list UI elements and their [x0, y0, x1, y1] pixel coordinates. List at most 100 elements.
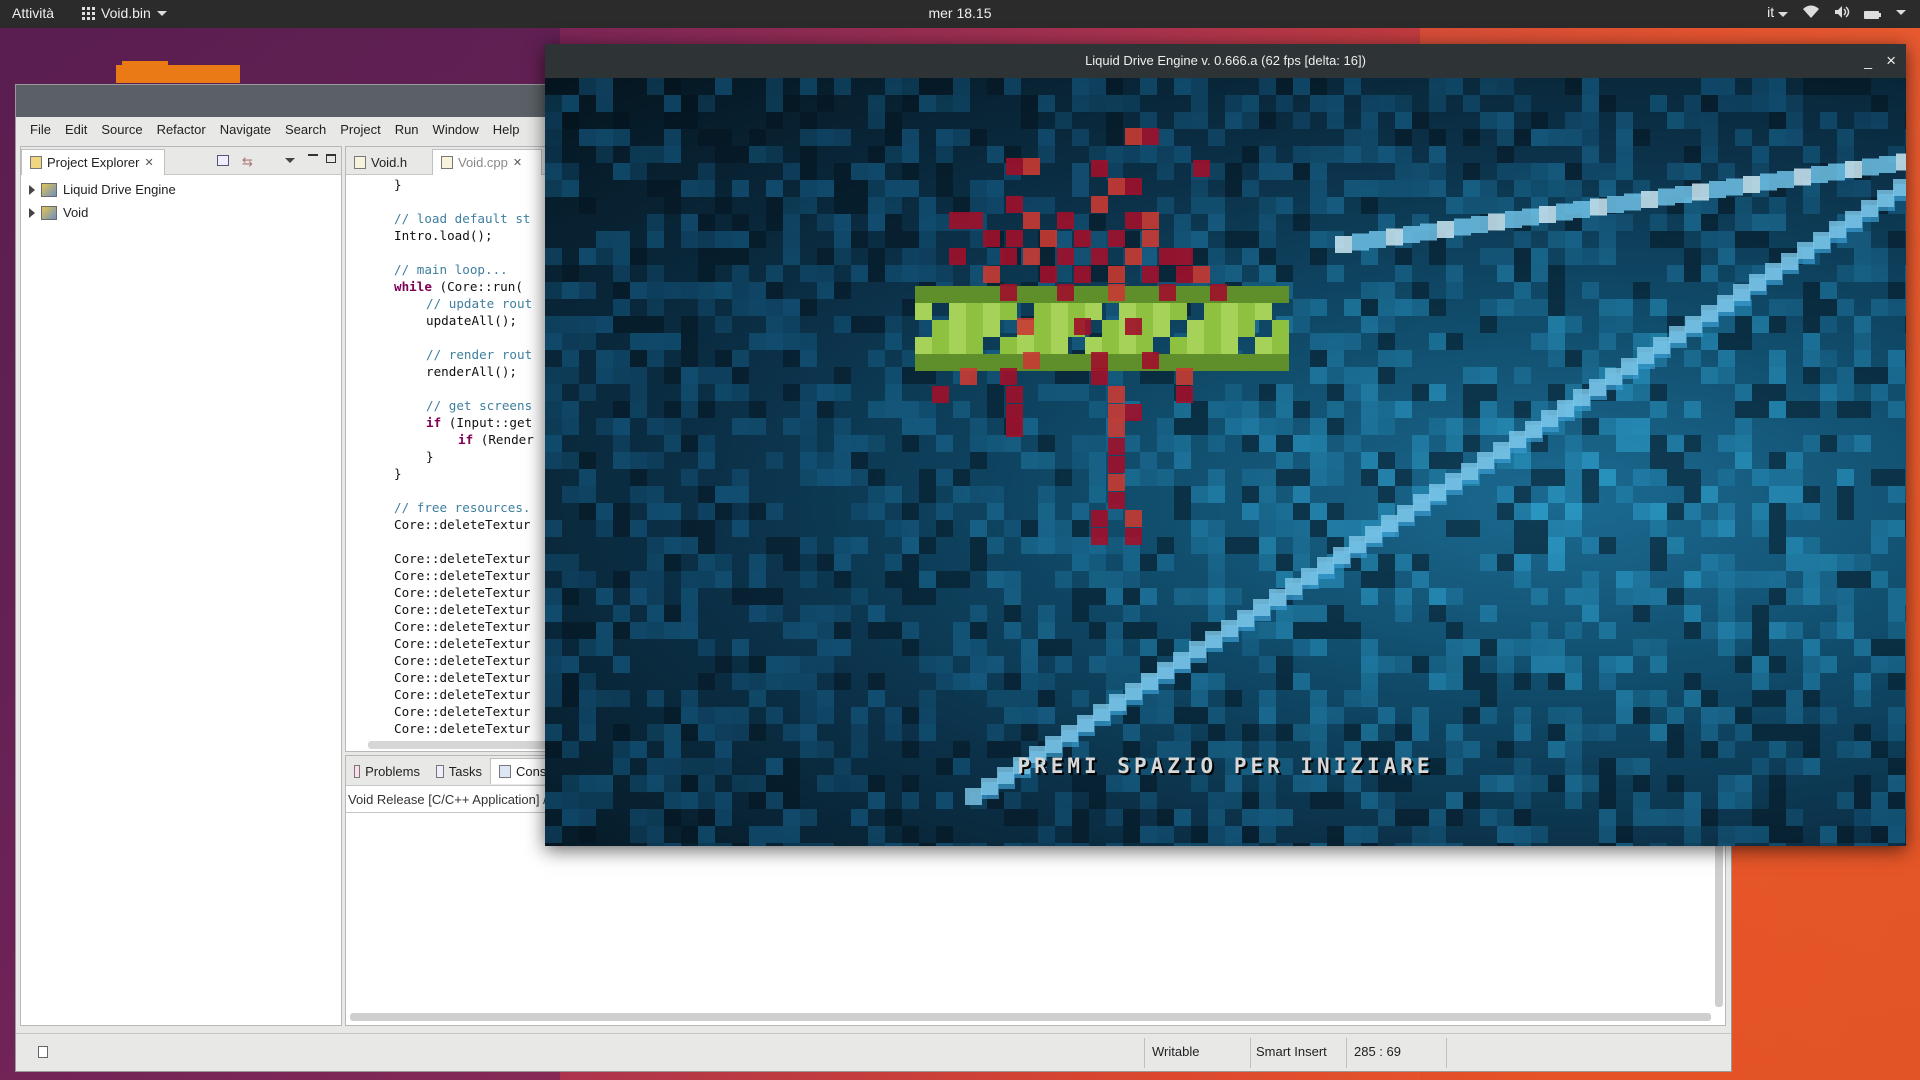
clock[interactable]: mer 18.15	[0, 5, 1920, 21]
shadow-pixel	[1548, 265, 1565, 282]
shadow-pixel	[579, 622, 596, 639]
tree-item-liquid-drive-engine[interactable]: Liquid Drive Engine	[29, 182, 176, 197]
water-pixel	[1548, 180, 1565, 197]
game-canvas[interactable]: PREMI SPAZIO PER INIZIARE	[545, 78, 1906, 846]
water-pixel	[1378, 95, 1395, 112]
water-pixel	[783, 826, 800, 843]
water-pixel	[1565, 503, 1582, 520]
light-streak-pixel	[1285, 578, 1302, 595]
shadow-pixel	[698, 486, 715, 503]
water-pixel	[1191, 78, 1208, 95]
water-pixel	[1276, 95, 1293, 112]
tree-item-void[interactable]: Void	[29, 205, 88, 220]
water-pixel	[1123, 605, 1140, 622]
shadow-pixel	[1718, 197, 1735, 214]
water-pixel	[1174, 435, 1191, 452]
water-pixel	[1106, 809, 1123, 826]
water-pixel	[817, 707, 834, 724]
water-pixel	[1837, 622, 1854, 639]
water-pixel	[1191, 486, 1208, 503]
water-pixel	[1429, 673, 1446, 690]
water-pixel	[1548, 163, 1565, 180]
tab-tasks[interactable]: Tasks	[428, 758, 490, 784]
chevron-down-icon[interactable]	[1896, 9, 1906, 15]
close-icon[interactable]: ✕	[513, 156, 522, 169]
water-pixel	[1565, 724, 1582, 741]
shadow-pixel	[1208, 724, 1225, 741]
water-pixel	[1038, 129, 1055, 146]
game-titlebar[interactable]: Liquid Drive Engine v. 0.666.a (62 fps […	[545, 44, 1906, 78]
blood-pixel	[1000, 368, 1017, 385]
light-streak-pixel	[1813, 232, 1830, 249]
tab-void-h[interactable]: Void.h	[346, 149, 432, 175]
water-pixel	[1650, 469, 1667, 486]
shadow-pixel	[1242, 792, 1259, 809]
trim-icon[interactable]	[38, 1046, 48, 1058]
shadow-pixel	[1582, 469, 1599, 486]
shadow-pixel	[800, 299, 817, 316]
water-pixel	[579, 469, 596, 486]
tab-project-explorer[interactable]: Project Explorer ✕	[21, 149, 165, 175]
menu-search[interactable]: Search	[278, 122, 333, 137]
menu-run[interactable]: Run	[388, 122, 426, 137]
logo-pixel	[1221, 354, 1238, 371]
water-pixel	[562, 163, 579, 180]
light-streak-pixel	[1641, 191, 1658, 208]
light-streak-pixel	[1556, 203, 1573, 221]
water-pixel	[1157, 707, 1174, 724]
shadow-pixel	[1854, 792, 1871, 809]
water-pixel	[1752, 146, 1769, 163]
view-menu-icon[interactable]	[285, 158, 295, 163]
minimize-icon[interactable]	[308, 153, 318, 156]
shadow-pixel	[664, 554, 681, 571]
water-pixel	[1191, 537, 1208, 554]
water-pixel	[766, 826, 783, 843]
tab-problems[interactable]: Problems	[346, 758, 428, 784]
code-editor[interactable]: }// load default st Intro.load();// main …	[346, 176, 564, 737]
shadow-pixel	[1650, 435, 1667, 452]
menu-file[interactable]: File	[23, 122, 58, 137]
tab-void-cpp[interactable]: Void.cpp ✕	[432, 149, 542, 175]
water-pixel	[953, 95, 970, 112]
logo-pixel	[1102, 320, 1119, 337]
shadow-pixel	[613, 571, 630, 588]
link-editor-icon[interactable]: ⇆	[242, 154, 253, 170]
water-pixel	[613, 299, 630, 316]
minimize-button[interactable]: _	[1864, 44, 1872, 78]
system-tray[interactable]: it	[1767, 4, 1906, 20]
shadow-pixel	[885, 571, 902, 588]
menu-navigate[interactable]: Navigate	[213, 122, 278, 137]
shadow-pixel	[1837, 401, 1854, 418]
water-pixel	[1633, 809, 1650, 826]
horizontal-scrollbar[interactable]	[368, 741, 564, 749]
light-streak-pixel	[1862, 158, 1879, 176]
water-pixel	[545, 146, 562, 163]
menu-project[interactable]: Project	[333, 122, 387, 137]
console-hscrollbar[interactable]	[350, 1013, 1711, 1021]
water-pixel	[1871, 656, 1888, 673]
water-pixel	[851, 265, 868, 282]
light-streak-pixel	[1675, 186, 1692, 203]
collapse-all-icon[interactable]	[217, 155, 229, 166]
close-icon[interactable]: ✕	[144, 156, 153, 169]
blood-pixel	[1091, 196, 1108, 213]
expand-icon[interactable]	[29, 207, 35, 218]
menu-edit[interactable]: Edit	[58, 122, 94, 137]
menu-window[interactable]: Window	[426, 122, 486, 137]
water-pixel	[1089, 554, 1106, 571]
maximize-icon[interactable]	[326, 154, 336, 163]
language-indicator[interactable]: it	[1767, 4, 1788, 20]
shadow-pixel	[1276, 673, 1293, 690]
water-pixel	[698, 707, 715, 724]
water-pixel	[1038, 486, 1055, 503]
close-button[interactable]: ×	[1886, 44, 1896, 78]
expand-icon[interactable]	[29, 184, 35, 195]
water-pixel	[1072, 554, 1089, 571]
shadow-pixel	[1837, 826, 1854, 843]
water-pixel	[1718, 503, 1735, 520]
menu-help[interactable]: Help	[486, 122, 527, 137]
shadow-pixel	[1514, 809, 1531, 826]
water-pixel	[1259, 792, 1276, 809]
menu-source[interactable]: Source	[94, 122, 149, 137]
menu-refactor[interactable]: Refactor	[150, 122, 213, 137]
